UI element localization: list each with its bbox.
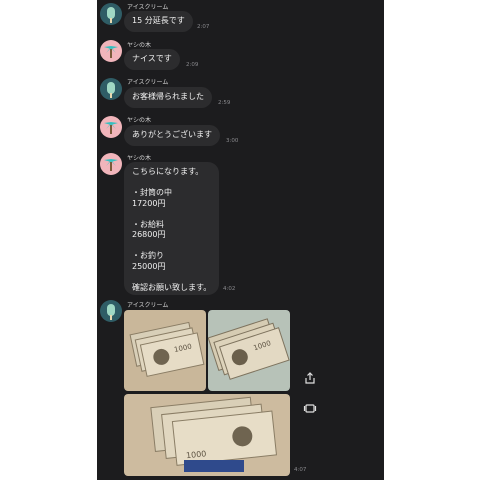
chat-screen: アイスクリーム 15 分延長です 2:07 ヤシの木 ナイスです 2:09 アイ…: [97, 0, 384, 480]
sender-name: アイスクリーム: [127, 4, 169, 11]
avatar-ice-cream[interactable]: [100, 300, 122, 322]
message-line: [132, 272, 211, 283]
message-line: 25000円: [132, 261, 166, 271]
message-time: 4:02: [223, 286, 236, 292]
palm-tree-icon: [104, 46, 118, 58]
sender-name: ヤシの木: [127, 117, 152, 124]
avatar-ice-cream[interactable]: [100, 78, 122, 100]
message-time: 4:07: [294, 467, 307, 473]
cash-photo-1[interactable]: 1000: [124, 310, 206, 391]
message-bubble[interactable]: 15 分延長です: [124, 11, 193, 32]
palm-tree-icon: [104, 122, 118, 134]
message-line: ・お給料: [132, 219, 164, 229]
message-bubble[interactable]: お客様帰られました: [124, 87, 212, 108]
message-line: [132, 241, 211, 252]
avatar-ice-cream[interactable]: [100, 3, 122, 25]
sender-name: アイスクリーム: [127, 79, 169, 86]
message-bubble-details[interactable]: こちらになります。 ・封筒の中 17200円 ・お給料 26800円 ・お釣り …: [124, 162, 219, 295]
message-line: [132, 209, 211, 220]
message-bubble[interactable]: ナイスです: [124, 49, 180, 70]
palm-tree-icon: [104, 159, 118, 171]
message-time: 2:59: [218, 100, 231, 106]
cash-photo-2[interactable]: 1000: [208, 310, 290, 391]
message-line: ・お釣り: [132, 251, 164, 260]
message-line: [132, 178, 211, 189]
ice-cream-icon: [107, 82, 115, 98]
avatar-palm-tree[interactable]: [100, 116, 122, 138]
message-line: 17200円: [132, 198, 166, 208]
ice-cream-icon: [107, 304, 115, 320]
message-time: 2:07: [197, 24, 210, 30]
sender-name: アイスクリーム: [127, 302, 169, 309]
message-line: ・封筒の中: [132, 188, 172, 197]
gallery-icon[interactable]: [303, 400, 317, 414]
cash-photo-3[interactable]: 1000: [124, 394, 290, 476]
message-line: 26800円: [132, 230, 166, 239]
share-icon[interactable]: [303, 370, 317, 384]
message-bubble[interactable]: ありがとうございます: [124, 125, 220, 146]
avatar-palm-tree[interactable]: [100, 40, 122, 62]
message-time: 3:00: [226, 138, 239, 144]
sender-name: ヤシの木: [127, 155, 152, 162]
avatar-palm-tree[interactable]: [100, 153, 122, 175]
sender-name: ヤシの木: [127, 42, 152, 49]
message-line: 確認お願い致します。: [132, 282, 212, 292]
ice-cream-icon: [107, 7, 115, 23]
message-time: 2:09: [186, 62, 199, 68]
message-line: こちらになります。: [132, 167, 204, 176]
